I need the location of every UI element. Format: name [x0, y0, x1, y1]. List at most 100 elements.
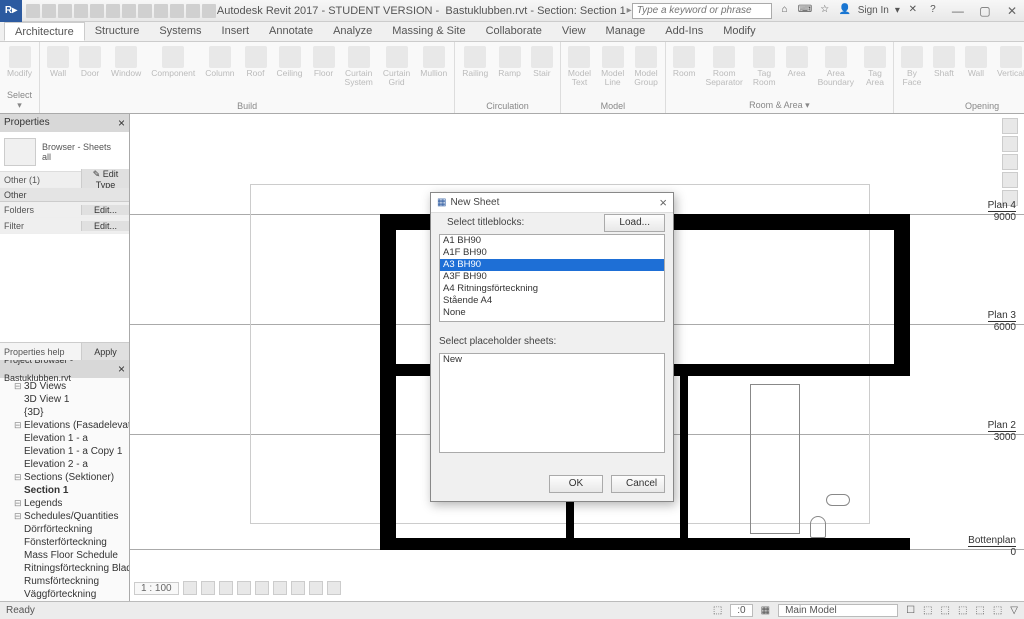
ribbon-tab-architecture[interactable]: Architecture — [4, 22, 85, 41]
tool-railing[interactable]: Railing — [459, 44, 491, 80]
workset-selector[interactable]: Main Model — [778, 604, 898, 617]
pan-icon[interactable] — [1002, 172, 1018, 188]
keyboard-icon[interactable]: ⌨ — [798, 4, 812, 18]
property-edit-button[interactable]: Edit... — [81, 205, 129, 215]
ribbon-tab-view[interactable]: View — [552, 22, 596, 41]
apply-button[interactable]: Apply — [81, 343, 129, 360]
ribbon-tab-structure[interactable]: Structure — [85, 22, 150, 41]
select-links-icon[interactable]: ⬚ — [923, 605, 932, 616]
instance-filter[interactable]: Other (1) — [0, 175, 81, 185]
qat-save-icon[interactable] — [42, 4, 56, 18]
crop-visible-icon[interactable] — [273, 581, 287, 595]
titleblock-option[interactable]: A1F BH90 — [440, 247, 664, 259]
browser-node[interactable]: Väggförteckning — [0, 588, 129, 601]
qat-open-icon[interactable] — [26, 4, 40, 18]
qat-icon[interactable] — [186, 4, 200, 18]
properties-close-icon[interactable]: × — [118, 114, 125, 132]
qat-undo-icon[interactable] — [58, 4, 72, 18]
qat-redo-icon[interactable] — [74, 4, 88, 18]
browser-node[interactable]: Rumsförteckning — [0, 575, 129, 588]
browser-node[interactable]: Fönsterförteckning — [0, 536, 129, 549]
steering-wheel-icon[interactable] — [1002, 154, 1018, 170]
qat-icon[interactable] — [122, 4, 136, 18]
tool-ceiling[interactable]: Ceiling — [274, 44, 306, 80]
browser-node[interactable]: Legends — [0, 497, 129, 510]
maximize-button[interactable]: ▢ — [973, 1, 997, 21]
tool-curtain-system[interactable]: Curtain System — [342, 44, 376, 89]
edit-type-button[interactable]: ✎ Edit Type — [81, 169, 129, 190]
titleblock-option[interactable]: A3 BH90 — [440, 259, 664, 271]
tool-wall[interactable]: Wall — [44, 44, 72, 80]
cancel-button[interactable]: Cancel — [611, 475, 665, 493]
tool-model-text[interactable]: Model Text — [565, 44, 594, 89]
project-browser-tree[interactable]: 3D Views3D View 1{3D}Elevations (Fasadel… — [0, 378, 129, 601]
tool-room[interactable]: Room — [670, 44, 699, 80]
reveal-icon[interactable] — [309, 581, 323, 595]
tool-room-separator[interactable]: Room Separator — [703, 44, 746, 89]
tool-mullion[interactable]: Mullion — [417, 44, 450, 80]
dialog-close-icon[interactable]: × — [659, 195, 667, 210]
browser-node[interactable]: {3D} — [0, 406, 129, 419]
exchange-icon[interactable]: ✕ — [906, 4, 920, 18]
browser-node[interactable]: Elevation 1 - a — [0, 432, 129, 445]
press-drag-icon[interactable]: ⬚ — [713, 605, 722, 616]
titleblocks-listbox[interactable]: A1 BH90A1F BH90A3 BH90A3F BH90A4 Ritning… — [439, 234, 665, 322]
qat-icon[interactable] — [106, 4, 120, 18]
tool-window[interactable]: Window — [108, 44, 144, 80]
tool-wall[interactable]: Wall — [962, 44, 990, 80]
ribbon-tab-insert[interactable]: Insert — [212, 22, 260, 41]
visual-style-icon[interactable] — [201, 581, 215, 595]
qat-icon[interactable] — [138, 4, 152, 18]
placeholder-option[interactable]: New — [440, 354, 664, 366]
dialog-titlebar[interactable]: ▦ New Sheet × — [431, 193, 673, 213]
ribbon-tab-modify[interactable]: Modify — [713, 22, 765, 41]
sun-path-icon[interactable] — [219, 581, 233, 595]
select-pinned-icon[interactable]: ⬚ — [958, 605, 967, 616]
level-head[interactable]: Plan 36000 — [988, 310, 1020, 333]
qat-print-icon[interactable] — [90, 4, 104, 18]
tool-ramp[interactable]: Ramp — [495, 44, 524, 80]
tool-component[interactable]: Component — [148, 44, 198, 80]
level-head[interactable]: Plan 23000 — [988, 420, 1020, 443]
tool-tag-room[interactable]: Tag Room — [750, 44, 779, 89]
tool-model-line[interactable]: Model Line — [598, 44, 627, 89]
ribbon-tab-analyze[interactable]: Analyze — [323, 22, 382, 41]
browser-close-icon[interactable]: × — [118, 360, 125, 378]
browser-node[interactable]: Mass Floor Schedule — [0, 549, 129, 562]
ok-button[interactable]: OK — [549, 475, 603, 493]
browser-node[interactable]: Schedules/Quantities — [0, 510, 129, 523]
browser-node[interactable]: Elevation 1 - a Copy 1 — [0, 445, 129, 458]
browser-node[interactable]: 3D View 1 — [0, 393, 129, 406]
tool-stair[interactable]: Stair — [528, 44, 556, 80]
titleblock-option[interactable]: A3F BH90 — [440, 271, 664, 283]
type-selector[interactable]: Browser - Sheetsall — [0, 132, 129, 172]
tool-area[interactable]: Area — [783, 44, 811, 80]
editable-only-icon[interactable]: ☐ — [906, 605, 915, 616]
properties-help-link[interactable]: Properties help — [0, 343, 81, 360]
titleblock-option[interactable]: Stående A4 — [440, 295, 664, 307]
browser-node[interactable]: Section 1 — [0, 484, 129, 497]
tool-vertical[interactable]: Vertical — [994, 44, 1024, 80]
placeholder-listbox[interactable]: New — [439, 353, 665, 453]
crop-view-icon[interactable] — [255, 581, 269, 595]
close-button[interactable]: ✕ — [1000, 1, 1024, 21]
viewcube-icon[interactable] — [1002, 136, 1018, 152]
help-icon[interactable]: ? — [926, 4, 940, 18]
qat-icon[interactable] — [154, 4, 168, 18]
app-logo[interactable]: R▸ — [0, 0, 22, 22]
browser-node[interactable]: Ritningsförteckning Blad 1 — [0, 562, 129, 575]
qat-icon[interactable] — [170, 4, 184, 18]
workset-icon[interactable]: ▦ — [761, 605, 770, 616]
tool-column[interactable]: Column — [202, 44, 237, 80]
ribbon-tab-add-ins[interactable]: Add-Ins — [655, 22, 713, 41]
signin-link[interactable]: Sign In — [858, 5, 889, 16]
view-scale[interactable]: 1 : 100 — [134, 582, 179, 595]
titleblock-option[interactable]: None — [440, 307, 664, 319]
ribbon-tab-systems[interactable]: Systems — [149, 22, 211, 41]
qat-icon[interactable] — [202, 4, 216, 18]
ribbon-tab-collaborate[interactable]: Collaborate — [476, 22, 552, 41]
tool-modify[interactable]: Modify — [4, 44, 35, 80]
tool-by-face[interactable]: By Face — [898, 44, 926, 89]
help-search-input[interactable] — [632, 3, 772, 19]
select-face-icon[interactable]: ⬚ — [975, 605, 984, 616]
